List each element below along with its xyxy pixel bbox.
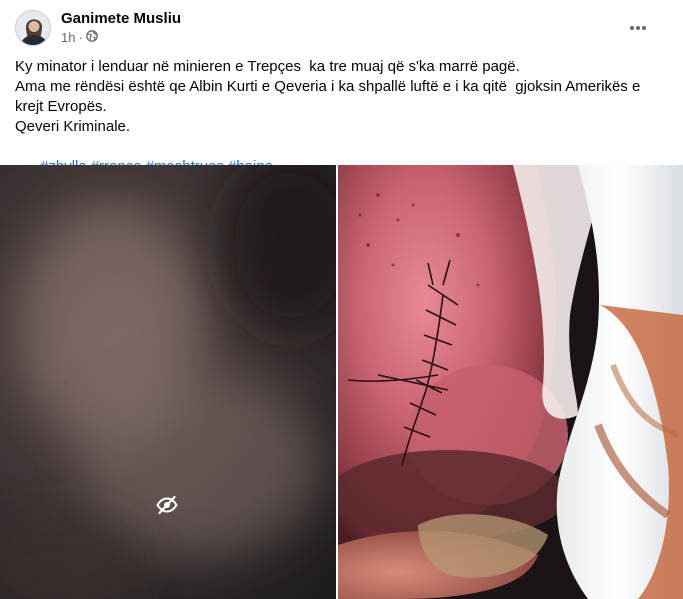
more-horizontal-icon — [629, 18, 647, 36]
post-time[interactable]: 1h — [61, 30, 75, 45]
avatar-portrait-icon — [16, 11, 50, 45]
meta-separator: · — [78, 30, 83, 45]
wound-photo-illustration — [338, 165, 683, 599]
blurred-photo[interactable] — [0, 165, 336, 599]
globe-icon — [85, 30, 98, 45]
wound-photo[interactable] — [338, 165, 683, 599]
post-card: Ganimete Musliu 1h · Ky minator i lendua… — [0, 0, 683, 599]
more-options-button[interactable] — [625, 14, 651, 40]
post-line: Ky minator i lenduar në minieren e Trepç… — [15, 58, 520, 75]
post-meta: 1h · — [61, 30, 98, 45]
post-line: Qeveri Kriminale. — [15, 118, 131, 135]
show-sensitive-button[interactable] — [145, 485, 189, 529]
blurred-photo-shapes — [0, 165, 336, 599]
post-header: Ganimete Musliu 1h · — [15, 10, 673, 48]
author-name[interactable]: Ganimete Musliu — [61, 10, 181, 27]
post-media — [0, 165, 683, 599]
post-line: Ama me rëndësi është qe Albin Kurti e Qe… — [15, 78, 645, 115]
author-avatar[interactable] — [15, 10, 51, 46]
hidden-eye-icon — [156, 495, 178, 520]
